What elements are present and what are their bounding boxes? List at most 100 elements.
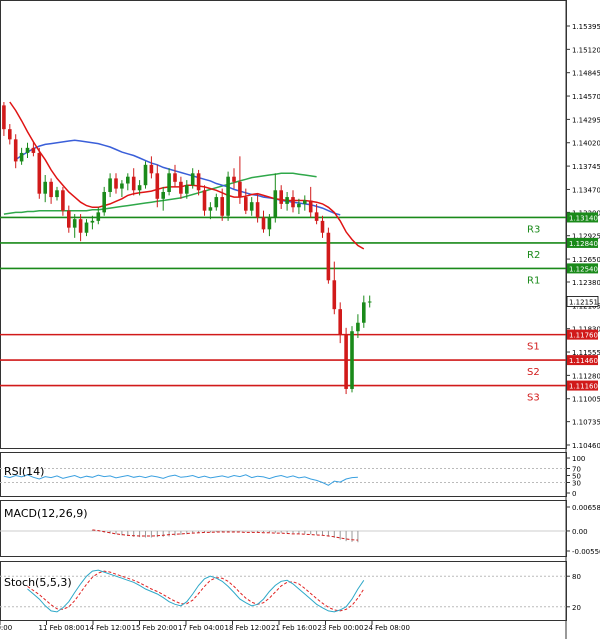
candle-body <box>137 185 142 191</box>
rsi-tick-label: 0 <box>572 490 576 498</box>
stoch-panel-frame <box>0 561 567 621</box>
level-name-r3: R3 <box>527 224 540 235</box>
rsi-tick-label: 30 <box>572 480 581 488</box>
rsi-label: RSI(14) <box>4 465 44 478</box>
candle-body <box>114 178 118 189</box>
x-tick-label: 18 Feb 12:00 <box>225 624 271 632</box>
price-tick-label: 1.15120 <box>572 46 600 54</box>
rsi-line <box>3 474 358 486</box>
x-tick-label: 11 Feb 08:00 <box>39 624 85 632</box>
level-price-label-r1: 1.12540 <box>569 265 598 273</box>
candle-body <box>126 176 130 184</box>
x-tick-label: 24 Feb 08:00 <box>364 624 410 632</box>
candle-body <box>8 129 12 140</box>
candle-body <box>297 203 301 208</box>
price-tick-label: 1.10735 <box>572 419 600 427</box>
candle-body <box>344 334 348 389</box>
candle-body <box>120 183 124 189</box>
price-tick-label: 1.13745 <box>572 163 600 171</box>
x-tick-label: 17 Feb 04:00 <box>178 624 224 632</box>
price-tick-label: 1.11280 <box>572 372 600 380</box>
candle-body <box>179 181 183 194</box>
price-layer: R3 R2 R1 S1 S2 S3 <box>0 101 566 404</box>
current-price-label: 1.12151 <box>569 298 598 306</box>
chart-svg: R3 R2 R1 S1 S2 S3 1.15395 1.15120 1.14845 1.1457… <box>0 0 600 639</box>
x-tick-label: 15 Feb 20:00 <box>132 624 178 632</box>
macd-label: MACD(12,26,9) <box>4 507 88 520</box>
candle-body <box>220 197 224 216</box>
level-name-s1: S1 <box>527 342 540 353</box>
candle-body <box>320 220 325 233</box>
candle-body <box>43 181 47 194</box>
x-tick-label: 21 Feb 16:00 <box>271 624 317 632</box>
candle-body <box>31 147 36 153</box>
price-tick-label: 1.14295 <box>572 116 600 124</box>
candle-body <box>131 176 136 191</box>
price-tick-label: 1.10460 <box>572 442 600 450</box>
level-name-r2: R2 <box>527 250 540 261</box>
candle-body <box>226 176 230 216</box>
candle-body <box>356 322 360 332</box>
candle-body <box>190 173 195 186</box>
price-tick-label: 1.11005 <box>572 396 600 404</box>
candle-body <box>214 197 219 208</box>
candle-body <box>202 190 207 211</box>
x-tick-label: 00:00 <box>0 624 12 632</box>
candle-body <box>161 191 165 199</box>
x-tick-label: 23 Feb 00:00 <box>318 624 364 632</box>
candle-body <box>72 219 77 228</box>
candle-body <box>367 301 372 303</box>
candle-body <box>267 217 272 230</box>
candle-body <box>332 280 337 310</box>
price-tick-label: 1.13470 <box>572 186 600 194</box>
level-price-label-s2: 1.11460 <box>569 357 598 365</box>
candle-body <box>173 173 177 182</box>
candle-body <box>273 190 278 218</box>
candle-body <box>326 232 331 281</box>
candle-body <box>67 210 71 228</box>
price-tick-label: 1.12380 <box>572 279 600 287</box>
candle-body <box>285 197 289 204</box>
price-tick-label: 1.14570 <box>572 93 600 101</box>
candle-body <box>49 181 53 198</box>
level-name-s3: S3 <box>527 393 540 404</box>
candle-body <box>149 164 154 174</box>
candle-body <box>25 147 30 153</box>
candle-body <box>84 222 89 233</box>
candle-body <box>19 152 24 162</box>
candle-body <box>338 309 342 335</box>
price-tick-label: 1.14020 <box>572 140 600 148</box>
macd-tick-label: -0.005508 <box>572 548 600 556</box>
candle-body <box>279 190 283 204</box>
candle-body <box>308 200 313 213</box>
level-price-label-r3: 1.13140 <box>569 214 598 222</box>
rsi-tick-label: 100 <box>572 455 585 463</box>
axis-layer: 1.15395 1.15120 1.14845 1.14570 1.14295 1.140… <box>0 23 600 632</box>
chart-area: R3 R2 R1 S1 S2 S3 1.15395 1.15120 1.14845 1.1457… <box>0 0 600 639</box>
price-tick-label: 1.12650 <box>572 256 600 264</box>
macd-tick-label: 0.00 <box>572 528 588 536</box>
candle-body <box>13 139 18 162</box>
candle-body <box>55 190 59 198</box>
candle-body <box>108 178 112 192</box>
candle-body <box>185 185 189 194</box>
candle-body <box>314 212 319 221</box>
rsi-panel-frame <box>0 452 567 497</box>
candle-body <box>155 173 160 199</box>
candle-body <box>238 181 242 198</box>
level-name-r1: R1 <box>527 275 540 286</box>
level-name-s2: S2 <box>527 367 540 378</box>
stoch-d-line <box>27 570 365 612</box>
macd-tick-label: 0.006581 <box>572 504 600 512</box>
x-tick-label: 14 Feb 12:00 <box>85 624 131 632</box>
candle-body <box>78 219 83 233</box>
candle-body <box>90 220 95 223</box>
candle-body <box>249 202 254 211</box>
candle-body <box>255 202 260 218</box>
candle-body <box>96 212 101 221</box>
stoch-tick-label: 80 <box>572 573 581 581</box>
candle-body <box>61 190 65 211</box>
candle-body <box>167 173 171 192</box>
candle-body <box>232 176 236 182</box>
candle-body <box>291 197 295 208</box>
